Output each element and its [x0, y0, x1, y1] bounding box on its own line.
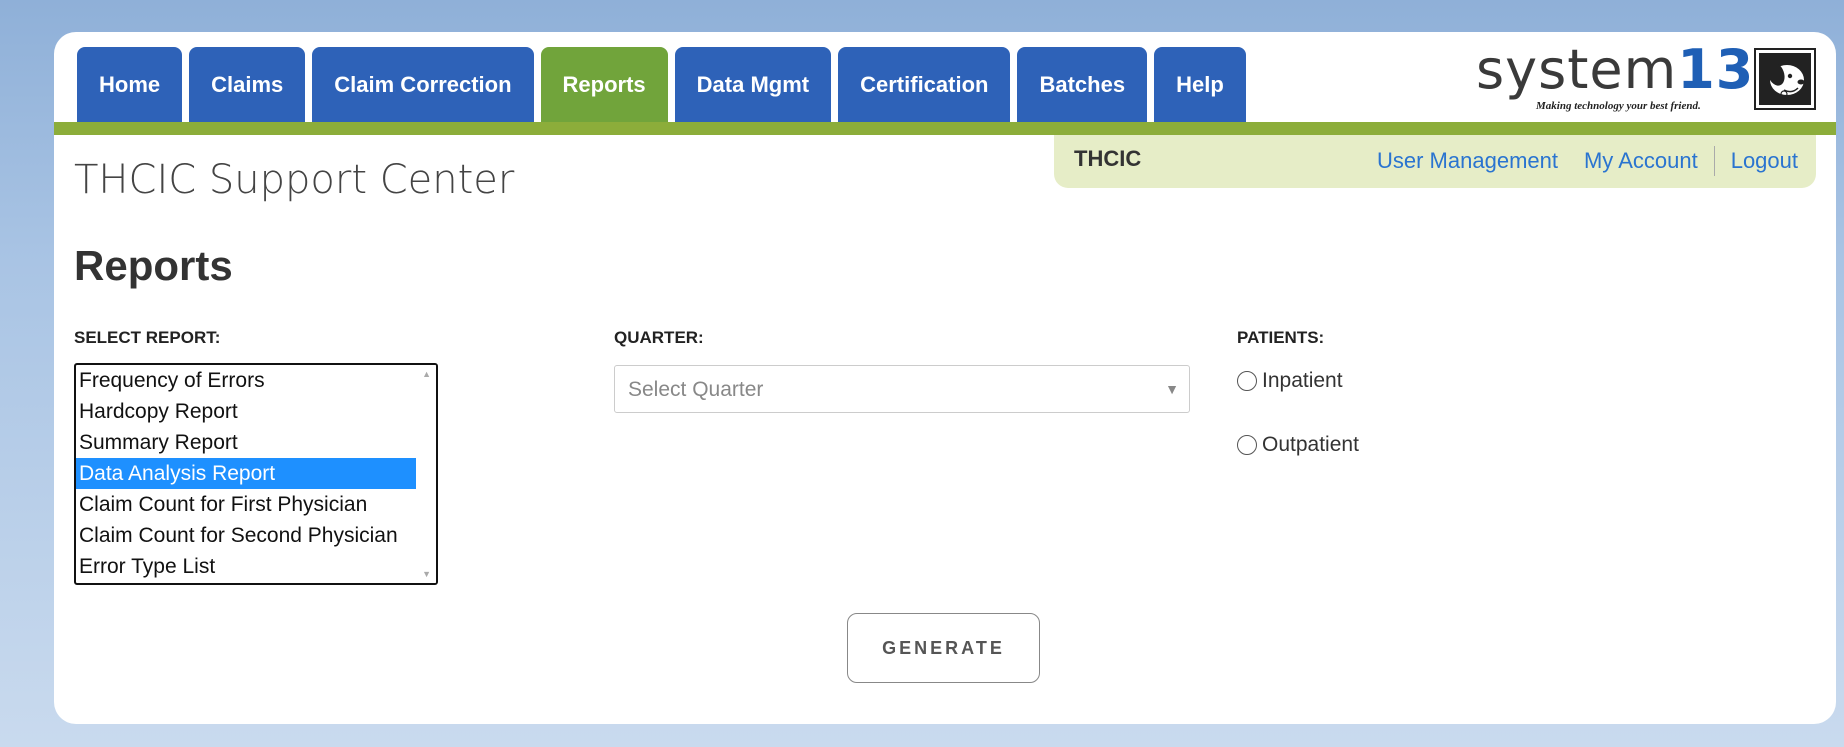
link-divider [1713, 146, 1715, 176]
radio-circle-icon[interactable] [1237, 435, 1257, 455]
radio-outpatient[interactable]: Outpatient [1237, 433, 1359, 457]
user-links: User Management My Account Logout [1377, 146, 1798, 176]
report-option[interactable]: Summary Report [76, 427, 418, 458]
radio-circle-icon[interactable] [1237, 371, 1257, 391]
user-bar: THCIC User Management My Account Logout [1054, 135, 1816, 188]
report-option[interactable]: Claim Count for First Physician [76, 489, 418, 520]
report-option[interactable]: Error Type List [76, 551, 418, 582]
tab-certification[interactable]: Certification [838, 47, 1011, 122]
quarter-label: QUARTER: [614, 328, 704, 347]
tab-data-mgmt[interactable]: Data Mgmt [674, 47, 832, 122]
patients-label: PATIENTS: [1237, 328, 1325, 347]
scroll-down-arrow-icon[interactable]: ▼ [422, 569, 431, 579]
tab-claims[interactable]: Claims [189, 47, 306, 122]
logo-wordmark: system13 [1476, 38, 1755, 101]
report-option[interactable]: Claim Count for Second Physician [76, 520, 418, 551]
tab-help[interactable]: Help [1154, 47, 1246, 122]
listbox-scrollbar[interactable]: ▲ ▼ [416, 365, 436, 583]
radio-outpatient-label: Outpatient [1262, 433, 1359, 456]
report-listbox[interactable]: Frequency of Errors Hardcopy Report Summ… [74, 363, 438, 585]
nav-tabs: Home Claims Claim Correction Reports Dat… [77, 47, 1246, 122]
organization-name: THCIC [1074, 146, 1142, 171]
quarter-select[interactable]: Select Quarter ▼ [614, 365, 1190, 413]
logout-link[interactable]: Logout [1731, 148, 1798, 174]
radio-inpatient-label: Inpatient [1262, 369, 1343, 392]
select-report-label: SELECT REPORT: [74, 328, 221, 347]
radio-inpatient[interactable]: Inpatient [1237, 369, 1343, 393]
scroll-up-arrow-icon[interactable]: ▲ [422, 369, 431, 379]
report-option[interactable]: Frequency of Errors [76, 365, 418, 396]
main-card: Home Claims Claim Correction Reports Dat… [54, 32, 1836, 724]
my-account-link[interactable]: My Account [1584, 148, 1698, 174]
chevron-down-icon: ▼ [1165, 381, 1179, 397]
system13-logo[interactable]: system13 Making technology your best fri… [1476, 38, 1816, 119]
generate-button[interactable]: GENERATE [847, 613, 1040, 683]
user-management-link[interactable]: User Management [1377, 148, 1558, 174]
page-title: Reports [74, 242, 233, 289]
logo-tagline: Making technology your best friend. [1536, 100, 1701, 112]
report-option-selected[interactable]: Data Analysis Report [76, 458, 418, 489]
tab-home[interactable]: Home [77, 47, 183, 122]
dog-icon [1754, 48, 1816, 110]
nav-accent-bar [54, 122, 1836, 135]
tab-batches[interactable]: Batches [1017, 47, 1148, 122]
tab-reports[interactable]: Reports [540, 47, 668, 122]
report-option[interactable]: Hardcopy Report [76, 396, 418, 427]
site-title: THCIC Support Center [74, 157, 515, 203]
tab-claim-correction[interactable]: Claim Correction [312, 47, 534, 122]
quarter-placeholder: Select Quarter [628, 378, 764, 401]
